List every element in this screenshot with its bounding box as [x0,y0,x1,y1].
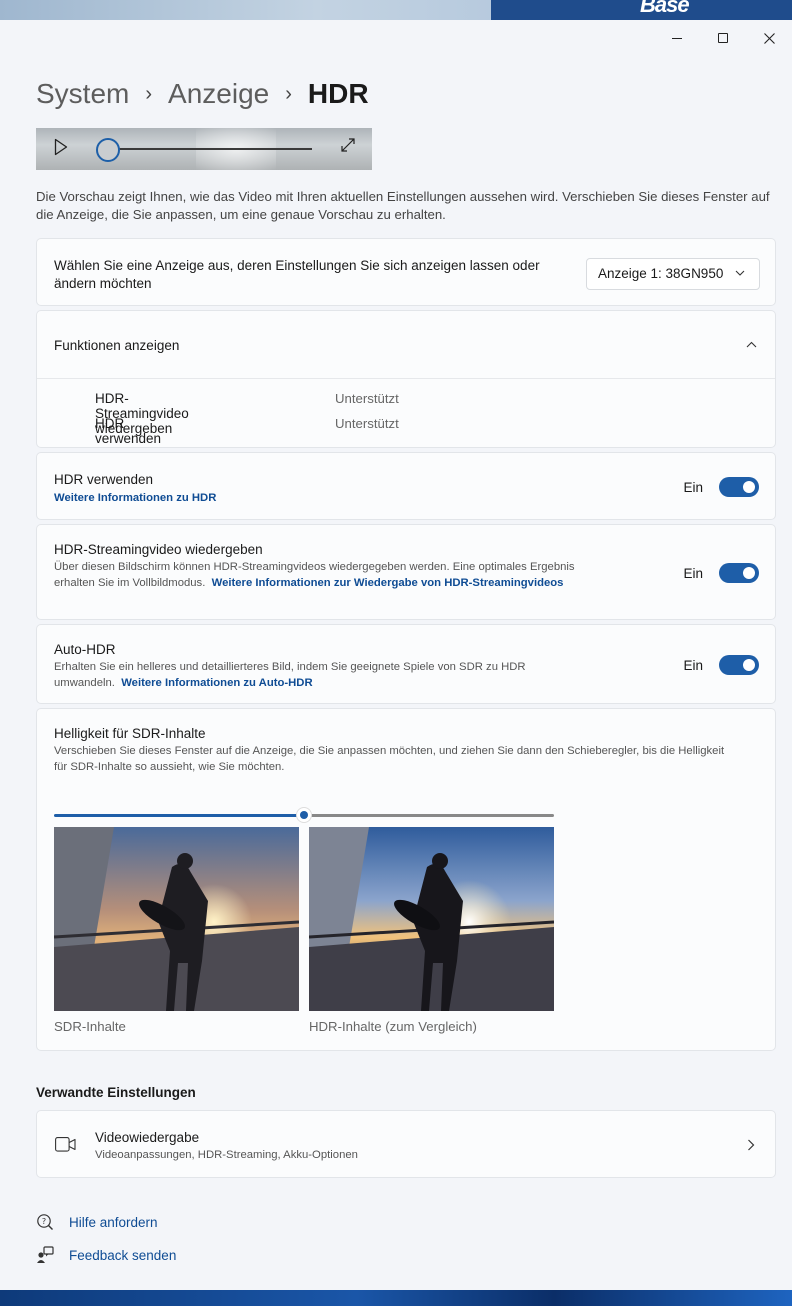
sdr-sample-image [54,827,299,1011]
autohdr-title: Auto-HDR [54,642,116,657]
streaming-toggle-group: Ein [683,563,759,583]
hdr-state: Ein [683,479,703,495]
streaming-subtext: Über diesen Bildschirm können HDR-Stream… [54,559,594,591]
window-controls [654,28,792,48]
video-camera-icon [55,1137,76,1152]
hdr-streaming-card: HDR-Streamingvideo wiedergeben Über dies… [36,524,776,620]
feedback-link-label: Feedback senden [69,1247,177,1263]
help-link-label: Hilfe anfordern [69,1214,158,1230]
streaming-info-link[interactable]: Weitere Informationen zur Wiedergabe von… [212,577,564,589]
features-card: Funktionen anzeigen HDR-Streamingvideo w… [36,310,776,448]
hdr-sample-image [309,827,554,1011]
sdr-sample-picture [54,827,299,1011]
autohdr-toggle[interactable] [719,655,759,675]
brand-logo: Base [640,0,690,17]
breadcrumb-separator: › [145,82,153,105]
streaming-toggle[interactable] [719,563,759,583]
settings-window: System › Anzeige › HDR Die Vorschau zeig… [0,20,792,1290]
toggle-knob [743,481,755,493]
hdr-info-link[interactable]: Weitere Informationen zu HDR [54,492,216,504]
page-title: HDR [307,78,369,109]
minimize-button[interactable] [654,28,700,48]
features-header-label: Funktionen anzeigen [54,338,180,353]
help-icon: ? [37,1214,53,1230]
close-button[interactable] [746,28,792,48]
autohdr-subtext: Erhalten Sie ein helleres und detaillier… [54,659,584,691]
breadcrumb: System › Anzeige › HDR [36,78,369,110]
video-playback-link[interactable]: Videowiedergabe Videoanpassungen, HDR-St… [36,1110,776,1178]
svg-text:?: ? [42,1217,46,1226]
video-playback-subtitle: Videoanpassungen, HDR-Streaming, Akku-Op… [95,1149,358,1161]
hdr-sample-picture [309,827,554,1011]
features-header[interactable]: Funktionen anzeigen [37,311,775,379]
taskbar-strip [0,1290,792,1306]
breadcrumb-anzeige[interactable]: Anzeige [168,78,269,110]
hdr-toggle[interactable] [719,477,759,497]
toggle-knob [743,567,755,579]
sdr-brightness-slider[interactable] [54,807,554,823]
breadcrumb-separator: › [285,82,292,105]
sdr-description: Verschieben Sie dieses Fenster auf die A… [54,745,725,773]
feature-value: Unterstützt [335,416,399,431]
video-playback-title: Videowiedergabe [95,1130,200,1145]
slider-fill [54,814,300,817]
slider-handle[interactable] [296,807,312,823]
hdr-caption: HDR-Inhalte (zum Vergleich) [309,1019,477,1034]
video-progress-track[interactable] [108,148,312,150]
auto-hdr-card: Auto-HDR Erhalten Sie ein helleres und d… [36,624,776,704]
feature-value: Unterstützt [335,391,399,406]
video-progress-thumb[interactable] [96,138,120,162]
video-preview[interactable] [36,128,372,170]
hdr-title: HDR verwenden [54,472,154,487]
related-settings-heading: Verwandte Einstellungen [36,1085,196,1100]
toggle-knob [743,659,755,671]
close-icon [763,32,775,44]
slider-track[interactable] [308,814,554,817]
preview-description: Die Vorschau zeigt Ihnen, wie das Video … [36,189,770,222]
hdr-subtext: Weitere Informationen zu HDR [54,490,216,506]
sdr-brightness-card: Helligkeit für SDR-Inhalte Verschieben S… [36,708,776,1051]
hdr-toggle-card: HDR verwenden Weitere Informationen zu H… [36,452,776,520]
maximize-button[interactable] [700,28,746,48]
sdr-title: Helligkeit für SDR-Inhalte [54,726,206,741]
chevron-up-icon[interactable] [746,340,757,351]
feedback-link[interactable]: Feedback senden [36,1246,176,1264]
minimize-icon [672,37,682,39]
display-select-card: Wählen Sie eine Anzeige aus, deren Einst… [36,238,776,306]
breadcrumb-system[interactable]: System [36,78,129,110]
feedback-icon [37,1246,54,1263]
feature-label: HDR verwenden [95,416,162,446]
chevron-down-icon [735,270,745,276]
sdr-caption: SDR-Inhalte [54,1019,126,1034]
help-link[interactable]: ? Hilfe anfordern [36,1213,158,1231]
display-dropdown-value: Anzeige 1: 38GN950 [598,266,724,281]
background-desktop-strip: Base [0,0,792,20]
display-select-label: Wählen Sie eine Anzeige aus, deren Einst… [54,258,540,291]
autohdr-state: Ein [683,657,703,673]
autohdr-info-link[interactable]: Weitere Informationen zu Auto-HDR [121,677,312,689]
expand-icon[interactable] [340,137,356,153]
play-icon[interactable] [54,138,68,156]
streaming-state: Ein [683,565,703,581]
chevron-right-icon [748,1139,755,1151]
hdr-toggle-group: Ein [683,477,759,497]
streaming-title: HDR-Streamingvideo wiedergeben [54,542,263,557]
display-dropdown[interactable]: Anzeige 1: 38GN950 [586,258,760,290]
maximize-icon [718,33,728,43]
autohdr-toggle-group: Ein [683,655,759,675]
